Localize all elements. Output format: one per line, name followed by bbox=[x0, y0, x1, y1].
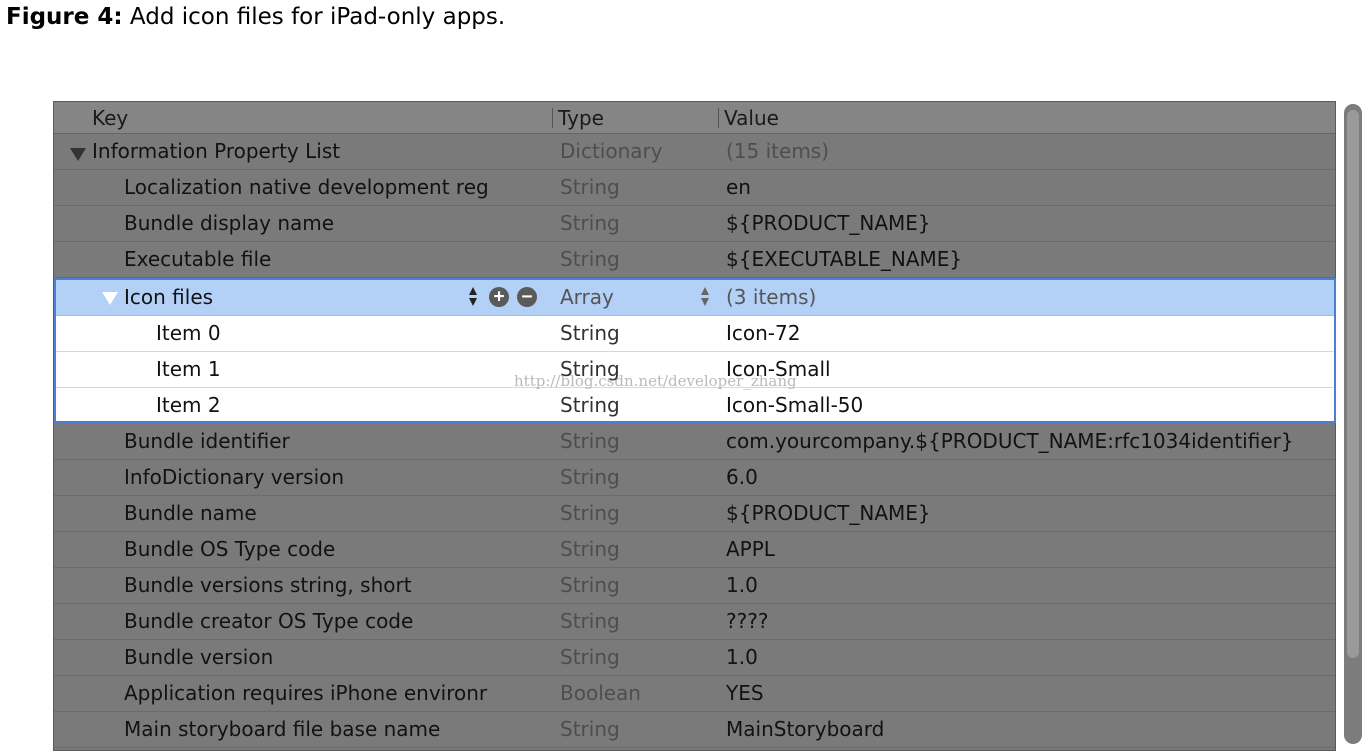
row-type: String bbox=[560, 247, 620, 271]
row-value: (3 items) bbox=[726, 285, 817, 309]
plist-row[interactable]: Bundle name String ${PRODUCT_NAME} bbox=[54, 496, 1335, 532]
row-value: 6.0 bbox=[726, 465, 758, 489]
row-key: Bundle version bbox=[124, 645, 274, 669]
plist-row[interactable]: Application requires iPhone environr Boo… bbox=[54, 676, 1335, 712]
row-key: Main storyboard file base name bbox=[124, 717, 441, 741]
row-key: Bundle identifier bbox=[124, 429, 290, 453]
row-type: String bbox=[560, 211, 620, 235]
plist-row-icon-files[interactable]: Icon files + − Array (3 items) bbox=[56, 280, 1334, 316]
type-stepper-arrows-icon[interactable] bbox=[700, 286, 710, 308]
row-value: com.yourcompany.${PRODUCT_NAME:rfc1034id… bbox=[726, 429, 1294, 453]
row-type: Dictionary bbox=[560, 139, 663, 163]
plist-row[interactable]: Localization native development reg Stri… bbox=[54, 170, 1335, 206]
row-type: String bbox=[560, 537, 620, 561]
row-value: MainStoryboard bbox=[726, 717, 885, 741]
row-value: Icon-Small-50 bbox=[726, 393, 864, 417]
row-value: ???? bbox=[726, 609, 769, 633]
column-header-bar: Key Type Value bbox=[54, 102, 1335, 134]
row-key: Bundle versions string, short bbox=[124, 573, 412, 597]
plist-row[interactable]: Bundle OS Type code String APPL bbox=[54, 532, 1335, 568]
plist-row-root[interactable]: Information Property List Dictionary (15… bbox=[54, 134, 1335, 170]
figure-caption: Figure 4: Add icon files for iPad-only a… bbox=[6, 2, 505, 32]
row-key: Bundle name bbox=[124, 501, 257, 525]
plist-row[interactable]: Bundle versions string, short String 1.0 bbox=[54, 568, 1335, 604]
property-list-editor: Key Type Value Information Property List… bbox=[53, 101, 1336, 751]
row-key: Information Property List bbox=[92, 139, 341, 163]
row-key: Bundle display name bbox=[124, 211, 335, 235]
row-key: Localization native development reg bbox=[124, 175, 489, 199]
row-key: Icon files bbox=[124, 285, 214, 309]
plist-row[interactable]: InfoDictionary version String 6.0 bbox=[54, 460, 1335, 496]
row-key: Executable file bbox=[124, 247, 272, 271]
disclosure-triangle-icon[interactable] bbox=[70, 148, 86, 161]
plist-row[interactable]: Bundle identifier String com.yourcompany… bbox=[54, 424, 1335, 460]
row-type: String bbox=[560, 429, 620, 453]
row-type: String bbox=[560, 393, 620, 417]
plist-row-item[interactable]: Item 2 String Icon-Small-50 bbox=[56, 388, 1334, 424]
row-key: Item 1 bbox=[156, 357, 221, 381]
icon-files-highlight: Icon files + − Array (3 items) Item 0 St… bbox=[54, 278, 1336, 423]
row-key: Item 2 bbox=[156, 393, 221, 417]
plist-row[interactable]: Bundle version String 1.0 bbox=[54, 640, 1335, 676]
column-header-key[interactable]: Key bbox=[92, 106, 128, 130]
row-type: String bbox=[560, 501, 620, 525]
row-type: String bbox=[560, 645, 620, 669]
watermark-text: http://blog.csdn.net/developer_zhang bbox=[514, 372, 797, 390]
row-type: String bbox=[560, 321, 620, 345]
figure-caption-text: Add icon files for iPad-only apps. bbox=[129, 4, 506, 30]
row-type: String bbox=[560, 573, 620, 597]
vertical-scrollbar[interactable] bbox=[1344, 104, 1362, 744]
row-value: 1.0 bbox=[726, 645, 758, 669]
row-type: String bbox=[560, 609, 620, 633]
row-key: Item 0 bbox=[156, 321, 221, 345]
row-key: Bundle creator OS Type code bbox=[124, 609, 414, 633]
row-key: Application requires iPhone environr bbox=[124, 681, 488, 705]
plist-row[interactable]: Bundle creator OS Type code String ???? bbox=[54, 604, 1335, 640]
row-key: InfoDictionary version bbox=[124, 465, 345, 489]
row-value: YES bbox=[726, 681, 764, 705]
figure-number: Figure 4: bbox=[6, 4, 123, 30]
row-value: APPL bbox=[726, 537, 775, 561]
plist-row[interactable]: Main storyboard file base name String Ma… bbox=[54, 712, 1335, 748]
row-value: ${PRODUCT_NAME} bbox=[726, 501, 931, 525]
stepper-arrows-icon[interactable] bbox=[468, 286, 478, 308]
column-header-type[interactable]: Type bbox=[558, 106, 604, 130]
row-value: en bbox=[726, 175, 751, 199]
row-value: 1.0 bbox=[726, 573, 758, 597]
row-type: Boolean bbox=[560, 681, 641, 705]
plist-row[interactable]: Bundle display name String ${PRODUCT_NAM… bbox=[54, 206, 1335, 242]
plus-circle-icon[interactable]: + bbox=[489, 287, 509, 307]
row-type: String bbox=[560, 465, 620, 489]
row-value: Icon-72 bbox=[726, 321, 801, 345]
row-key: Bundle OS Type code bbox=[124, 537, 336, 561]
column-divider[interactable] bbox=[552, 108, 553, 128]
row-value: (15 items) bbox=[726, 139, 830, 163]
plist-row[interactable]: Executable file String ${EXECUTABLE_NAME… bbox=[54, 242, 1335, 278]
row-type: String bbox=[560, 717, 620, 741]
column-header-value[interactable]: Value bbox=[724, 106, 779, 130]
plist-row-item[interactable]: Item 0 String Icon-72 bbox=[56, 316, 1334, 352]
scrollbar-thumb[interactable] bbox=[1347, 110, 1359, 658]
column-divider[interactable] bbox=[718, 108, 719, 128]
disclosure-triangle-icon[interactable] bbox=[102, 292, 118, 305]
row-type: String bbox=[560, 175, 620, 199]
row-value: ${EXECUTABLE_NAME} bbox=[726, 247, 963, 271]
minus-circle-icon[interactable]: − bbox=[517, 287, 537, 307]
row-type: Array bbox=[560, 285, 614, 309]
row-value: ${PRODUCT_NAME} bbox=[726, 211, 931, 235]
